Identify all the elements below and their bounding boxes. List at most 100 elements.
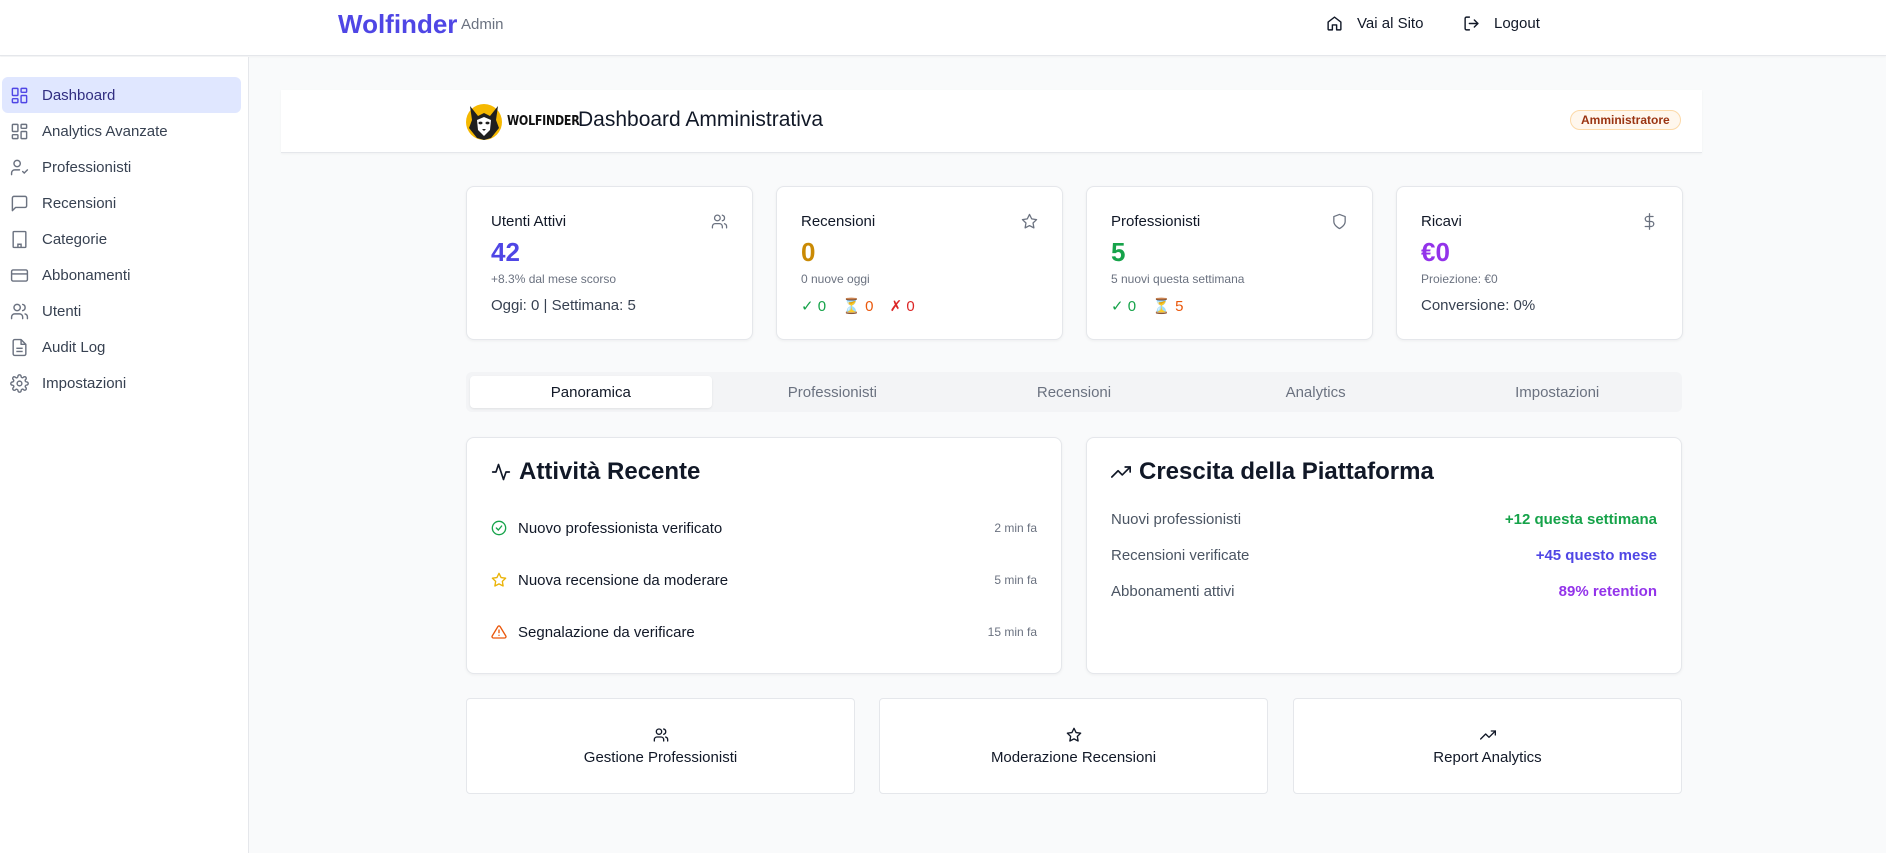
sidebar-item-label: Impostazioni (42, 374, 127, 392)
sidebar-item-dashboard[interactable]: Dashboard (2, 77, 241, 113)
gear-icon (10, 373, 29, 393)
wolf-logo-icon (466, 104, 502, 140)
activity-text: Nuova recensione da moderare (518, 571, 729, 589)
users-icon (653, 727, 668, 742)
layout-grid-icon (11, 123, 28, 139)
list-item: Segnalazione da verificare 15 min fa (491, 621, 1037, 643)
growth-value: +12 questa settimana (1504, 511, 1657, 528)
activity-text: Nuovo professionista verificato (518, 519, 723, 537)
sidebar-item-label: Utenti (42, 302, 82, 320)
manage-professionals-button[interactable]: Gestione Professionisti (466, 698, 855, 794)
stat-value: 5 (1111, 237, 1126, 267)
tab-analytics[interactable]: Analytics (1195, 376, 1437, 408)
page-title: Dashboard Amministrativa (578, 108, 824, 131)
logout-label: Logout (1494, 15, 1540, 32)
tab-impostazioni[interactable]: Impostazioni (1436, 376, 1678, 408)
site-link-label: Vai al Sito (1357, 15, 1424, 32)
growth-label: Nuovi professionisti (1111, 511, 1242, 528)
role-badge: Amministratore (1570, 110, 1681, 130)
stat-card-utenti: Utenti Attivi 42 +8.3% dal mese scorso O… (466, 186, 753, 340)
tab-panoramica[interactable]: Panoramica (470, 376, 712, 408)
stat-title: Professionisti (1111, 213, 1201, 230)
building-icon (12, 230, 27, 248)
sidebar-item-professionisti[interactable]: Professionisti (2, 149, 241, 185)
sidebar-item-label: Analytics Avanzate (42, 122, 168, 140)
dashboard-header: WOLFINDER Dashboard Amministrativa Ammin… (281, 90, 1702, 153)
growth-row: Recensioni verificate +45 questo mese (1111, 547, 1657, 564)
sidebar-item-abbonamenti[interactable]: Abbonamenti (2, 257, 241, 293)
stat-value: 0 (801, 237, 816, 267)
sidebar-item-categorie[interactable]: Categorie (2, 221, 241, 257)
tab-bar: Panoramica Professionisti Recensioni Ana… (466, 372, 1682, 412)
stat-subtitle: 5 nuovi questa settimana (1111, 272, 1245, 286)
activity-time: 2 min fa (994, 521, 1037, 535)
stat-title: Ricavi (1421, 213, 1462, 230)
site-link[interactable]: Vai al Sito (1326, 15, 1423, 32)
top-bar: Wolfinder Admin Vai al Sito Logout (0, 0, 1886, 56)
sidebar-item-impostazioni[interactable]: Impostazioni (2, 365, 241, 401)
stat-value: 42 (491, 237, 520, 267)
stat-title: Utenti Attivi (491, 213, 567, 230)
stat-subtitle: +8.3% dal mese scorso (491, 272, 617, 286)
activity-icon (491, 463, 511, 481)
tab-recensioni[interactable]: Recensioni (953, 376, 1195, 408)
credit-card-icon (10, 268, 29, 282)
sidebar-item-label: Categorie (42, 230, 108, 248)
panel-title-text: Attività Recente (519, 458, 701, 485)
brand-title[interactable]: Wolfinder (338, 9, 457, 40)
stat-subtitle: Proiezione: €0 (1421, 272, 1498, 286)
stat-card-ricavi: Ricavi €0 Proiezione: €0 Conversione: 0% (1396, 186, 1683, 340)
action-label: Moderazione Recensioni (990, 748, 1157, 766)
file-text-icon (12, 338, 27, 356)
stat-card-professionisti: Professionisti 5 5 nuovi questa settiman… (1086, 186, 1373, 340)
activity-time: 15 min fa (987, 625, 1037, 639)
star-icon (491, 572, 507, 587)
activity-time: 5 min fa (994, 573, 1037, 587)
report-analytics-button[interactable]: Report Analytics (1293, 698, 1682, 794)
sidebar-item-utenti[interactable]: Utenti (2, 293, 241, 329)
star-icon (1021, 213, 1038, 229)
growth-value: +45 questo mese (1535, 547, 1657, 564)
list-item: Nuova recensione da moderare 5 min fa (491, 569, 1037, 591)
trending-up-icon (1479, 729, 1496, 740)
panel-title-text: Crescita della Piattaforma (1139, 458, 1434, 485)
approved-count: ✓ 0 (801, 298, 827, 315)
stat-title: Recensioni (801, 213, 876, 230)
pending-count: ⏳ 0 (842, 298, 874, 315)
stat-value: €0 (1421, 237, 1450, 267)
growth-value: 89% retention (1558, 583, 1657, 600)
wolfinder-logo: WOLFINDER (465, 100, 592, 142)
users-icon (10, 303, 29, 319)
shield-icon (1333, 213, 1346, 230)
pending-count: ⏳ 5 (1152, 298, 1184, 315)
sidebar-item-analytics[interactable]: Analytics Avanzate (2, 113, 241, 149)
star-icon (1066, 727, 1081, 742)
rejected-count: ✗ 0 (889, 298, 915, 315)
stat-footer: Oggi: 0 | Settimana: 5 (491, 297, 636, 314)
user-check-icon (10, 159, 29, 175)
home-icon (1327, 16, 1342, 31)
moderate-reviews-button[interactable]: Moderazione Recensioni (879, 698, 1268, 794)
tab-professionisti[interactable]: Professionisti (712, 376, 954, 408)
platform-growth-panel: Crescita della Piattaforma Nuovi profess… (1086, 437, 1682, 674)
action-label: Gestione Professionisti (583, 748, 738, 766)
stat-footer: ✓ 0 ⏳ 5 (1111, 297, 1195, 315)
growth-row: Nuovi professionisti +12 questa settiman… (1111, 511, 1657, 528)
logo-text: WOLFINDER (507, 113, 580, 129)
logout-button[interactable]: Logout (1463, 15, 1540, 32)
users-icon (711, 214, 728, 229)
layout-grid-icon (11, 87, 28, 103)
alert-triangle-icon (491, 625, 507, 639)
sidebar-item-recensioni[interactable]: Recensioni (2, 185, 241, 221)
sidebar-item-audit-log[interactable]: Audit Log (2, 329, 241, 365)
list-item: Nuovo professionista verificato 2 min fa (491, 517, 1037, 539)
message-square-icon (11, 195, 28, 211)
dollar-icon (1644, 213, 1655, 230)
sidebar-item-label: Dashboard (42, 86, 116, 104)
stat-footer: ✓ 0 ⏳ 0 ✗ 0 (801, 297, 927, 315)
stat-subtitle: 0 nuove oggi (801, 272, 870, 286)
check-circle-icon (491, 520, 507, 536)
sidebar: Dashboard Analytics Avanzate Professioni… (0, 57, 249, 853)
sidebar-item-label: Professionisti (42, 158, 132, 176)
brand-subtitle: Admin (461, 16, 504, 33)
